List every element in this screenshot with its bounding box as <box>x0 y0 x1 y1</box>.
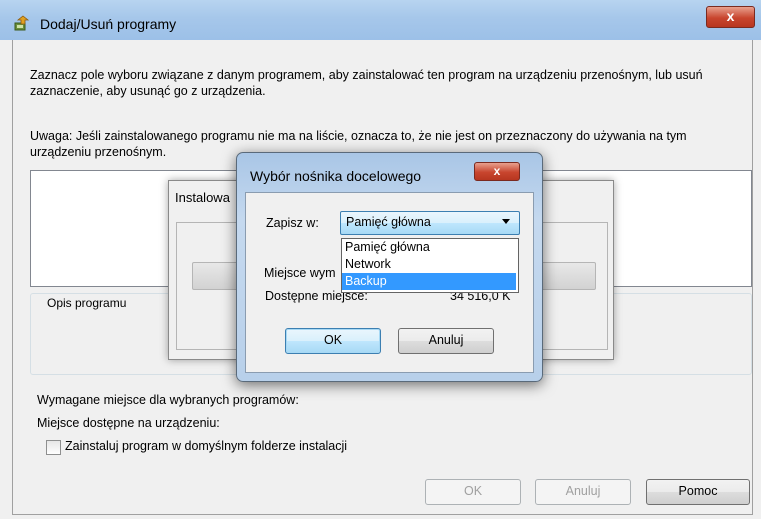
instructions-text: Zaznacz pole wyboru związane z danym pro… <box>30 68 703 98</box>
window-title: Dodaj/Usuń programy <box>40 16 177 32</box>
required-space-label: Wymagane miejsce dla wybranych programów… <box>37 393 299 407</box>
close-button[interactable]: x <box>706 6 755 28</box>
chevron-down-icon[interactable] <box>502 219 510 224</box>
program-description-label: Opis programu <box>44 296 130 310</box>
save-in-label: Zapisz w: <box>266 216 319 230</box>
default-folder-checkbox[interactable] <box>46 440 61 455</box>
required-space-label-partial: Miejsce wym <box>264 266 336 280</box>
dialog-ok-button[interactable]: OK <box>285 328 381 354</box>
default-folder-checkbox-label[interactable]: Zainstaluj program w domyślnym folderze … <box>65 439 347 453</box>
cancel-button[interactable]: Anuluj <box>535 479 631 505</box>
available-space-label: Miejsce dostępne na urządzeniu: <box>37 416 220 430</box>
dialog-close-button[interactable]: x <box>474 162 520 181</box>
dropdown-option-backup[interactable]: Backup <box>342 273 516 290</box>
save-in-value[interactable]: Pamięć główna <box>346 215 431 229</box>
install-dialog-title: Instalowa <box>175 190 230 205</box>
dropdown-option-main-memory[interactable]: Pamięć główna <box>342 239 516 256</box>
dropdown-option-network[interactable]: Network <box>342 256 516 273</box>
help-button[interactable]: Pomoc <box>646 479 750 505</box>
ok-button[interactable]: OK <box>425 479 521 505</box>
dialog-cancel-button[interactable]: Anuluj <box>398 328 494 354</box>
add-remove-programs-icon <box>14 14 32 32</box>
target-media-dialog-title: Wybór nośnika docelowego <box>250 168 422 184</box>
